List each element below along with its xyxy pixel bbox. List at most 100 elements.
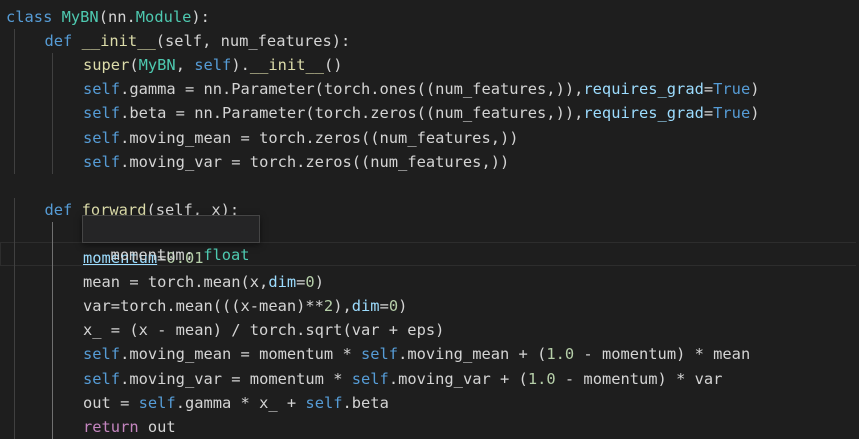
code-token: .gamma * x_ + <box>175 393 306 412</box>
code-line-text: super(MyBN, self).__init__() <box>83 53 343 77</box>
code-token: - momentum) * mean <box>574 345 751 364</box>
code-token: (self, num_features): <box>155 32 351 51</box>
code-token: super <box>83 56 130 75</box>
code-token: __init__ <box>81 32 156 51</box>
code-token: .moving_var + ( <box>388 369 528 388</box>
code-token: = <box>703 104 714 123</box>
code-line-text: self.moving_mean = momentum * self.movin… <box>83 342 750 366</box>
code-token: requires_grad <box>583 104 704 123</box>
code-line-text: var=torch.mean(((x-mean)**2),dim=0) <box>83 294 407 318</box>
code-token: , <box>175 56 195 75</box>
tooltip-variable-name: momentum: <box>110 246 204 264</box>
code-token: = <box>379 297 389 316</box>
code-line-text: class MyBN(nn.Module): <box>6 5 210 29</box>
indent-guide <box>52 221 53 439</box>
code-line[interactable]: self.moving_var = torch.zeros((num_featu… <box>0 150 859 174</box>
code-token: True <box>713 80 751 99</box>
code-token: ), <box>333 297 352 316</box>
code-token: class <box>6 8 53 26</box>
code-token: self <box>83 80 121 99</box>
tooltip-type: float <box>203 246 250 264</box>
code-line[interactable]: x_ = (x - mean) / torch.sqrt(var + eps) <box>0 318 859 342</box>
code-token: .moving_var = momentum * <box>120 369 352 388</box>
code-token: dim <box>351 297 380 316</box>
hover-tooltip: momentum: float <box>82 215 260 264</box>
code-token: mean = torch.mean(x, <box>83 273 269 292</box>
code-line-text: out = self.gamma * x_ + self.beta <box>83 391 389 415</box>
code-token: .gamma = nn.Parameter(torch.ones((num_fe… <box>120 80 584 99</box>
code-token: self <box>83 152 121 171</box>
code-token: ). <box>231 56 250 75</box>
code-line[interactable]: self.moving_var = momentum * self.moving… <box>0 367 859 391</box>
code-token: out = <box>83 393 139 412</box>
code-token: self <box>83 345 121 364</box>
code-token: True <box>713 104 751 123</box>
indent-guide <box>14 29 15 174</box>
code-token: ) <box>750 104 760 123</box>
code-token: .beta <box>342 393 389 412</box>
code-line[interactable]: class MyBN(nn.Module): <box>0 5 859 29</box>
code-line[interactable]: def __init__(self, num_features): <box>0 29 859 53</box>
code-token: ) <box>398 297 408 316</box>
code-token: x_ = (x - mean) / torch.sqrt(var + eps) <box>83 321 445 340</box>
code-token: 1.0 <box>546 345 575 364</box>
code-line[interactable]: self.moving_mean = momentum * self.movin… <box>0 342 859 366</box>
code-token: 0 <box>388 297 399 316</box>
code-line-text: self.moving_var = momentum * self.moving… <box>83 367 722 391</box>
code-token: .moving_mean = torch.zeros((num_features… <box>120 128 519 147</box>
code-line[interactable] <box>0 174 859 198</box>
code-line-text: x_ = (x - mean) / torch.sqrt(var + eps) <box>83 318 444 342</box>
code-line-text: self.moving_mean = torch.zeros((num_feat… <box>83 126 519 150</box>
code-token: = <box>703 80 714 99</box>
code-token: self <box>351 369 389 388</box>
code-token: return <box>83 417 139 436</box>
code-token: .moving_mean = momentum * <box>120 345 361 364</box>
indent-guide <box>52 53 53 174</box>
code-line[interactable]: mean = torch.mean(x,dim=0) <box>0 270 859 294</box>
code-line-text: self.moving_var = torch.zeros((num_featu… <box>83 150 509 174</box>
code-line[interactable]: super(MyBN, self).__init__() <box>0 53 859 77</box>
code-token: ) <box>750 80 760 99</box>
code-token: MyBN <box>61 8 99 26</box>
code-token: self <box>138 393 176 412</box>
code-token: MyBN <box>138 56 176 75</box>
indent-guide <box>14 197 15 439</box>
code-token: dim <box>268 273 297 292</box>
code-token: self <box>83 128 121 147</box>
code-token: .moving_var = torch.zeros((num_features,… <box>120 152 510 171</box>
code-line[interactable]: self.moving_mean = torch.zeros((num_feat… <box>0 126 859 150</box>
code-token: 0 <box>305 273 315 292</box>
code-line-text: def __init__(self, num_features): <box>45 29 351 53</box>
code-token: out <box>138 417 176 436</box>
code-line-text: mean = torch.mean(x,dim=0) <box>83 270 324 294</box>
code-token: ): <box>191 8 210 26</box>
code-token: .moving_mean + ( <box>398 345 547 364</box>
code-token: def <box>44 32 73 51</box>
code-token: self <box>83 104 121 123</box>
code-token: (nn. <box>98 8 136 26</box>
code-token: self <box>361 345 399 364</box>
code-token: ( <box>129 56 139 75</box>
code-line[interactable]: return out <box>0 415 859 439</box>
code-token: ) <box>314 273 324 292</box>
code-line-text: return out <box>83 415 176 439</box>
code-token: self <box>194 56 232 75</box>
code-line-text: self.beta = nn.Parameter(torch.zeros((nu… <box>83 101 760 125</box>
code-line[interactable]: self.beta = nn.Parameter(torch.zeros((nu… <box>0 101 859 125</box>
code-token: def <box>44 200 73 219</box>
code-token: - momentum) * var <box>555 369 723 388</box>
code-line[interactable]: var=torch.mean(((x-mean)**2),dim=0) <box>0 294 859 318</box>
code-line[interactable]: out = self.gamma * x_ + self.beta <box>0 391 859 415</box>
code-line-text: self.gamma = nn.Parameter(torch.ones((nu… <box>83 77 760 101</box>
code-token: .beta = nn.Parameter(torch.zeros((num_fe… <box>120 104 584 123</box>
code-token: Module <box>135 8 192 26</box>
code-line[interactable]: self.gamma = nn.Parameter(torch.ones((nu… <box>0 77 859 101</box>
code-token: () <box>324 56 343 75</box>
code-token: requires_grad <box>583 80 704 99</box>
code-token: __init__ <box>249 56 325 75</box>
code-token: 2 <box>323 297 334 316</box>
code-token: var=torch.mean(((x-mean)** <box>83 297 324 316</box>
code-token: self <box>305 393 343 412</box>
